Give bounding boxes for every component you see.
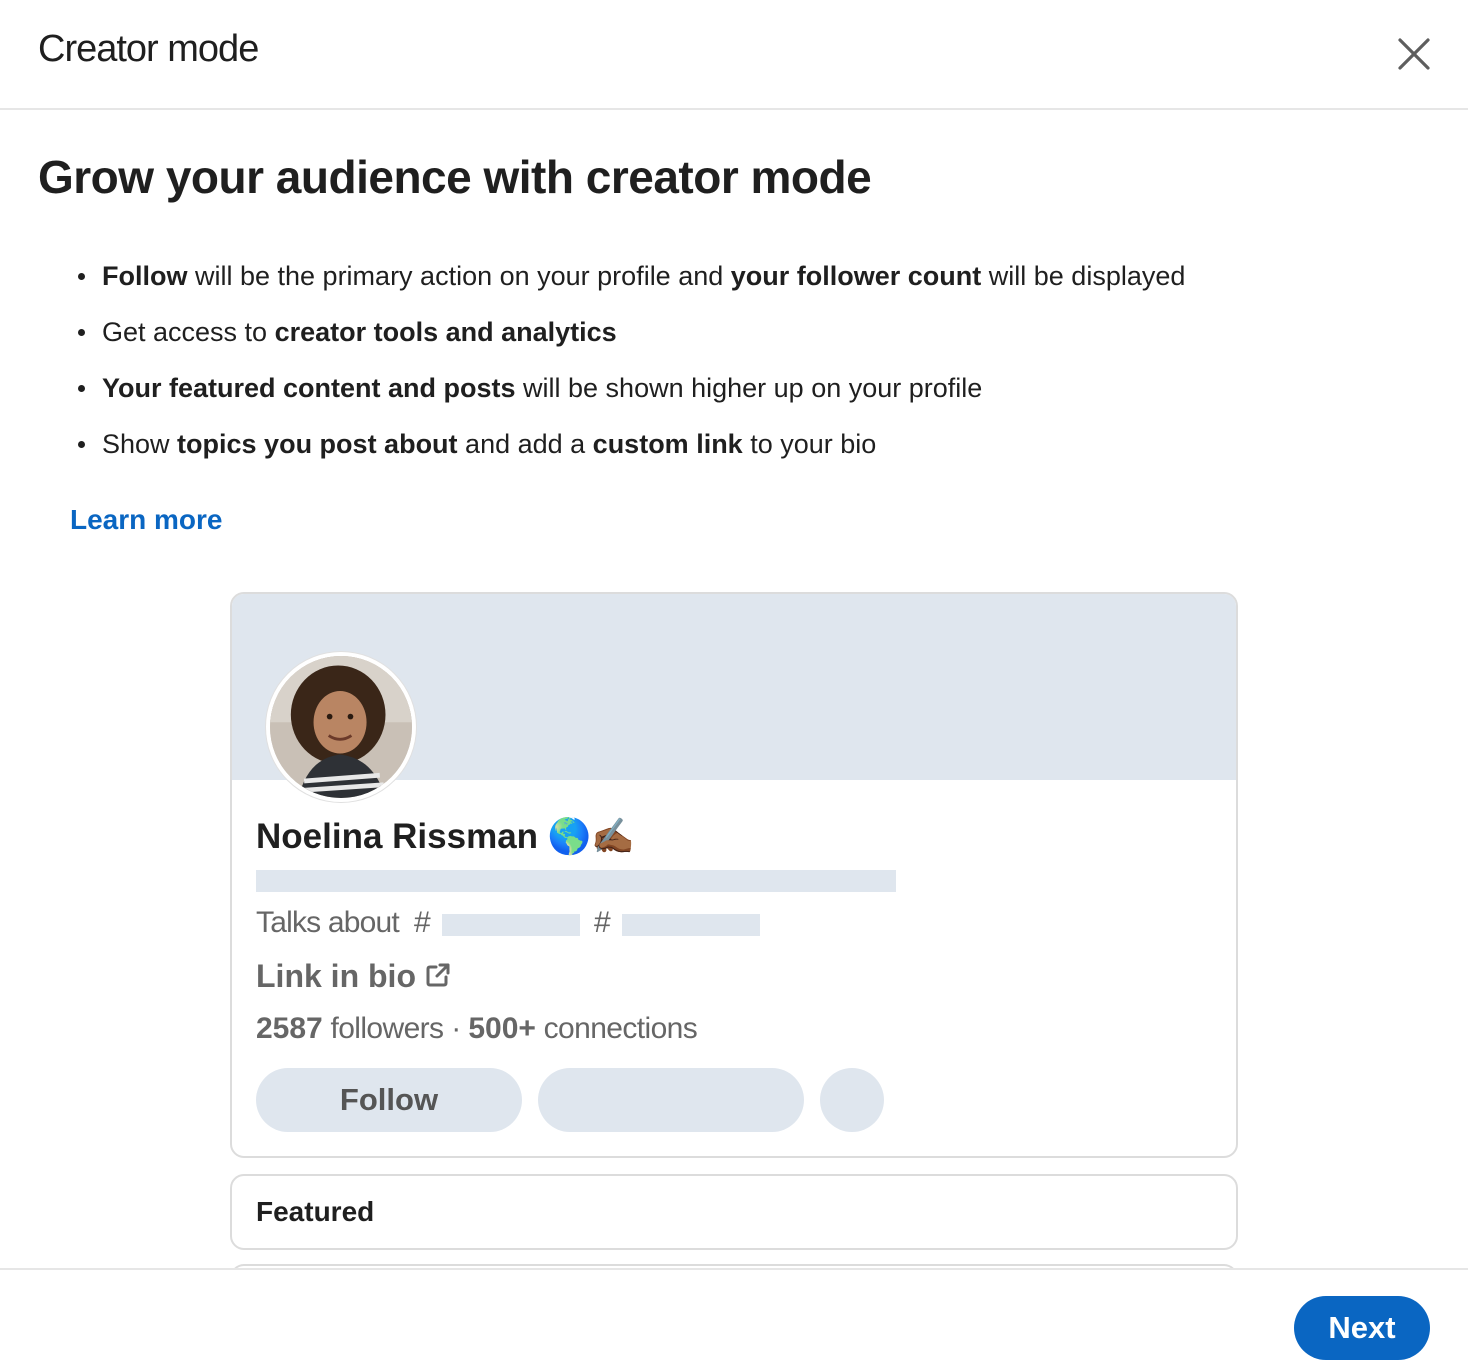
- profile-preview-card: Noelina Rissman 🌎✍🏾 Talks about # # Link…: [230, 592, 1238, 1158]
- close-icon: [1398, 38, 1430, 70]
- dialog-header: Creator mode: [0, 0, 1468, 110]
- avatar: [266, 652, 416, 802]
- benefit-emphasis: custom link: [592, 429, 743, 459]
- hashtag-symbol: #: [594, 906, 611, 939]
- dialog-footer: Next: [0, 1268, 1468, 1372]
- hashtag-symbol: #: [414, 906, 431, 939]
- benefit-item: Show topics you post about and add a cus…: [78, 424, 1185, 480]
- learn-more-link[interactable]: Learn more: [70, 504, 223, 536]
- close-button[interactable]: [1390, 30, 1438, 78]
- benefit-emphasis: your follower count: [730, 261, 982, 291]
- next-button[interactable]: Next: [1294, 1296, 1430, 1360]
- secondary-action-placeholder: [538, 1068, 804, 1132]
- profile-stats: 2587 followers · 500+ connections: [256, 1012, 698, 1046]
- benefit-text: will be shown higher up on your profile: [515, 373, 983, 403]
- headline-placeholder: [256, 870, 896, 892]
- external-link-icon: [426, 963, 450, 987]
- benefit-text: Show: [102, 429, 178, 459]
- avatar-photo: [270, 656, 412, 798]
- follow-button[interactable]: Follow: [256, 1068, 522, 1132]
- link-in-bio[interactable]: Link in bio: [256, 958, 452, 995]
- profile-name: Noelina Rissman 🌎✍🏾: [256, 817, 635, 856]
- benefit-emphasis: Follow: [102, 261, 188, 291]
- benefit-text: and add a: [457, 429, 593, 459]
- followers-count: 2587: [256, 1012, 323, 1045]
- benefit-item: Get access to creator tools and analytic…: [78, 312, 1185, 368]
- benefit-item: Your featured content and posts will be …: [78, 368, 1185, 424]
- benefit-emphasis: Your featured content and posts: [102, 373, 516, 403]
- connections-label: connections: [535, 1012, 698, 1045]
- dialog-title: Creator mode: [38, 28, 259, 70]
- page-headline: Grow your audience with creator mode: [38, 151, 872, 203]
- connections-count: 500+: [468, 1012, 536, 1045]
- topic-placeholder: [442, 914, 580, 936]
- topic-placeholder: [622, 914, 760, 936]
- benefit-emphasis: creator tools and analytics: [274, 317, 617, 347]
- benefit-item: Follow will be the primary action on you…: [78, 256, 1185, 312]
- benefit-text: will be the primary action on your profi…: [187, 261, 731, 291]
- featured-section-card: Featured: [230, 1174, 1238, 1250]
- benefit-text: will be displayed: [981, 261, 1186, 291]
- more-action-placeholder: [820, 1068, 884, 1132]
- followers-label: followers ·: [322, 1012, 469, 1045]
- benefit-text: to your bio: [742, 429, 877, 459]
- link-in-bio-label: Link in bio: [256, 958, 416, 994]
- talks-about-label: Talks about: [256, 906, 400, 939]
- benefits-list: Follow will be the primary action on you…: [78, 256, 1185, 480]
- featured-title: Featured: [256, 1196, 375, 1227]
- benefit-text: Get access to: [102, 317, 275, 347]
- benefit-emphasis: topics you post about: [177, 429, 458, 459]
